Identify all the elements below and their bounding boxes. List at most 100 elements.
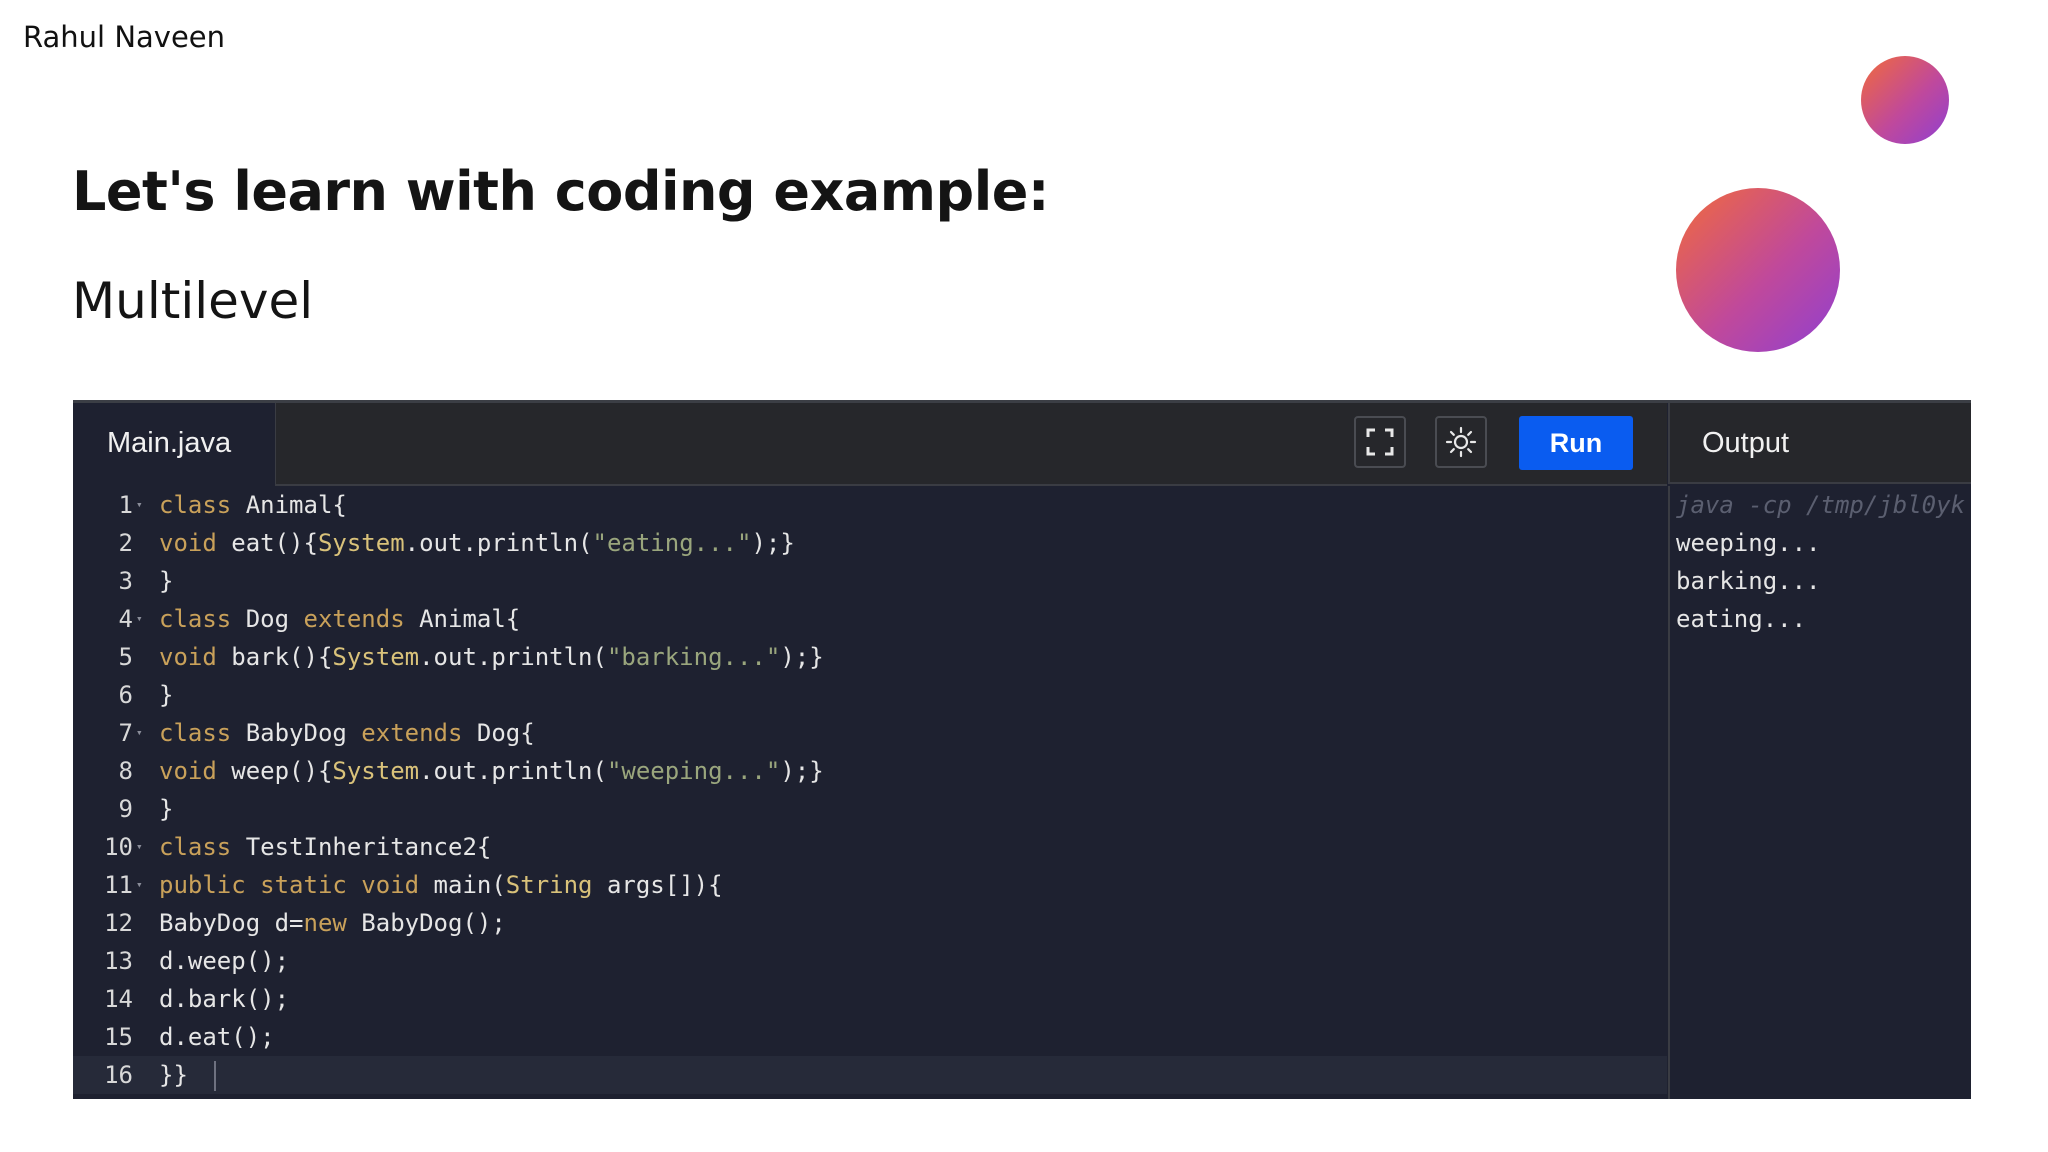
line-number: 6 (118, 681, 133, 709)
code-token: .out.println( (404, 529, 593, 557)
output-line: weeping... (1676, 529, 1821, 557)
fold-arrow-icon[interactable]: ▾ (136, 486, 143, 524)
line-number: 16 (104, 1061, 133, 1089)
code-token: class (159, 491, 232, 519)
code-line[interactable]: 3} (73, 562, 1667, 600)
code-token: void (159, 757, 217, 785)
code-token: Dog{ (462, 719, 535, 747)
line-number: 8 (118, 757, 133, 785)
code-token: class (159, 605, 232, 633)
code-text: void bark(){System.out.println("barking.… (159, 638, 824, 676)
code-token: void (159, 643, 217, 671)
code-token: );} (780, 757, 824, 785)
code-line[interactable]: 12 BabyDog d=new BabyDog(); (73, 904, 1667, 942)
fold-arrow-icon[interactable]: ▾ (136, 828, 143, 866)
code-token: .out.println( (419, 757, 607, 785)
code-token: public static void (159, 871, 420, 899)
code-text: class TestInheritance2{ (159, 828, 491, 866)
code-text: } (159, 562, 173, 600)
sun-icon (1445, 426, 1477, 458)
code-line[interactable]: 5 void bark(){System.out.println("barking… (73, 638, 1667, 676)
output-command: java -cp /tmp/jbl0yk (1676, 491, 1965, 519)
fold-arrow-icon[interactable]: ▾ (136, 714, 143, 752)
line-number: 3 (118, 567, 133, 595)
code-line[interactable]: 8 void weep(){System.out.println("weeping… (73, 752, 1667, 790)
code-editor-widget: Main.java Run Output 1 ▾ class Animal{2 voi… (73, 400, 1971, 1099)
editor-toolbar: Main.java Run (73, 403, 1667, 486)
code-token: TestInheritance2{ (231, 833, 492, 861)
code-text: class BabyDog extends Dog{ (159, 714, 535, 752)
code-token: Animal{ (404, 605, 521, 633)
code-token: class (159, 833, 232, 861)
code-token: "weeping..." (606, 757, 781, 785)
fold-arrow-icon[interactable]: ▾ (136, 866, 143, 904)
code-token: extends (303, 605, 405, 633)
run-button[interactable]: Run (1519, 416, 1633, 470)
line-number: 11 (104, 871, 133, 899)
code-text: d.eat(); (159, 1018, 275, 1056)
code-text: BabyDog d=new BabyDog(); (159, 904, 506, 942)
code-token: new (303, 909, 347, 937)
code-text: class Animal{ (159, 486, 347, 524)
code-text: d.bark(); (159, 980, 289, 1018)
file-tab-main-java[interactable]: Main.java (73, 403, 276, 486)
output-panel: java -cp /tmp/jbl0yk weeping... barking...… (1668, 486, 1971, 1099)
code-text: class Dog extends Animal{ (159, 600, 520, 638)
output-tab: Output (1668, 403, 1971, 484)
line-number: 15 (104, 1023, 133, 1051)
code-line[interactable]: 16}} (73, 1056, 1667, 1094)
code-text: } (159, 676, 173, 714)
output-line: barking... (1676, 567, 1821, 595)
code-token: eat(){ (216, 529, 318, 557)
code-token: BabyDog (231, 719, 362, 747)
line-number: 9 (118, 795, 133, 823)
code-line[interactable]: 13 d.weep(); (73, 942, 1667, 980)
code-line[interactable]: 11 ▾ public static void main(String args[]… (73, 866, 1667, 904)
page-subtitle: Multilevel (72, 272, 314, 330)
code-token: }} (159, 1061, 188, 1089)
code-line[interactable]: 15 d.eat(); (73, 1018, 1667, 1056)
code-line[interactable]: 4 ▾ class Dog extends Animal{ (73, 600, 1667, 638)
code-line[interactable]: 6} (73, 676, 1667, 714)
code-area[interactable]: 1 ▾ class Animal{2 void eat(){System.out.pr… (73, 486, 1667, 1099)
code-line[interactable]: 1 ▾ class Animal{ (73, 486, 1667, 524)
code-token: String (505, 871, 593, 899)
code-token: weep(){ (216, 757, 333, 785)
author-name: Rahul Naveen (23, 20, 226, 54)
code-token: System (317, 529, 405, 557)
code-line[interactable]: 10 ▾ class TestInheritance2{ (73, 828, 1667, 866)
code-line[interactable]: 7 ▾ class BabyDog extends Dog{ (73, 714, 1667, 752)
page-title: Let's learn with coding example: (72, 160, 1049, 223)
code-text: } (159, 790, 173, 828)
code-line[interactable]: 2 void eat(){System.out.println("eating..… (73, 524, 1667, 562)
code-token: d.bark(); (159, 985, 290, 1013)
text-cursor (213, 1061, 216, 1091)
code-token: bark(){ (216, 643, 333, 671)
line-number: 12 (104, 909, 133, 937)
code-token: System (332, 643, 420, 671)
code-token: args[]){ (592, 871, 723, 899)
line-number: 14 (104, 985, 133, 1013)
code-text: public static void main(String args[]){ (159, 866, 723, 904)
code-token: d.eat(); (159, 1023, 275, 1051)
theme-toggle-button[interactable] (1435, 416, 1487, 468)
expand-icon (1366, 428, 1394, 456)
code-line[interactable]: 14 d.bark(); (73, 980, 1667, 1018)
code-token: extends (361, 719, 463, 747)
code-line[interactable]: 9} (73, 790, 1667, 828)
code-token: Dog (231, 605, 304, 633)
code-token: .out.println( (419, 643, 607, 671)
code-token: BabyDog(); (346, 909, 506, 937)
code-token: );} (780, 643, 824, 671)
code-token: System (332, 757, 420, 785)
line-number: 5 (118, 643, 133, 671)
code-text: void weep(){System.out.println("weeping.… (159, 752, 824, 790)
code-text: }} (159, 1056, 216, 1094)
fold-arrow-icon[interactable]: ▾ (136, 600, 143, 638)
line-number: 10 (104, 833, 133, 861)
code-token: } (159, 681, 174, 709)
fullscreen-button[interactable] (1354, 416, 1406, 468)
decorative-circle-small (1861, 56, 1949, 144)
code-text: void eat(){System.out.println("eating...… (159, 524, 795, 562)
line-number: 4 (118, 605, 133, 633)
